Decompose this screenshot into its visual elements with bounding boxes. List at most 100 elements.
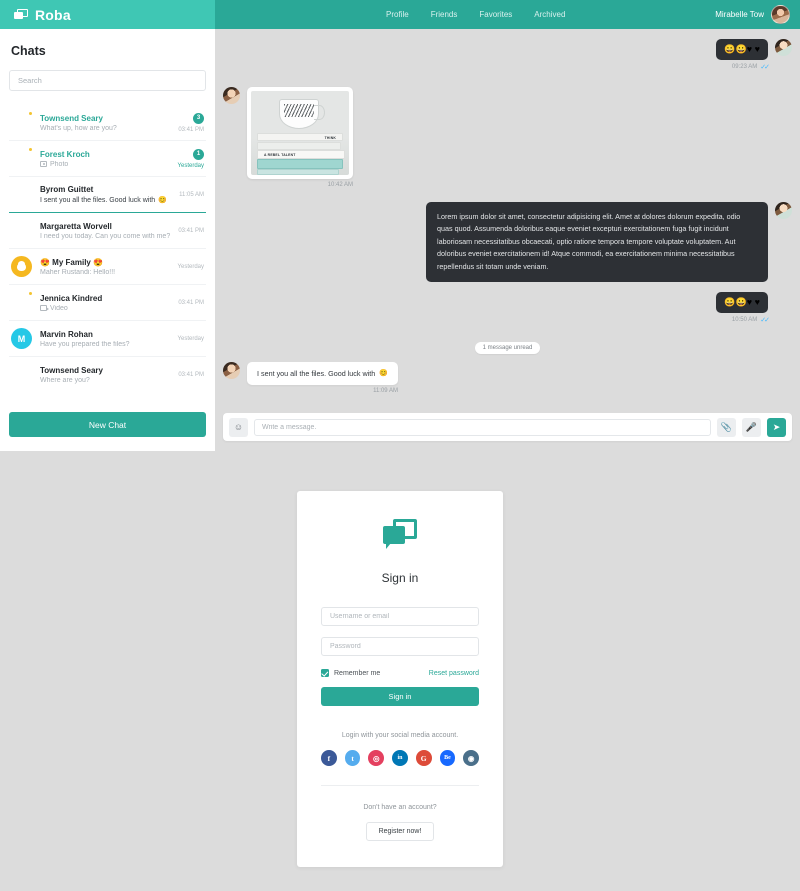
avatar xyxy=(11,220,32,241)
chat-time: 03:41 PM xyxy=(178,227,204,234)
book-label: A REBEL TALENT xyxy=(264,153,296,157)
sticker-bubble[interactable]: 😀😀♥ ♥ xyxy=(716,39,768,60)
avatar xyxy=(223,361,240,379)
list-item[interactable]: Townsend Seary What's up, how are you? 3… xyxy=(9,105,206,141)
chat-name: 😍 My Family 😍 xyxy=(40,257,104,267)
sticker-bubble[interactable]: 😀😀♥ ♥ xyxy=(716,291,768,313)
instagram-icon[interactable]: ◎ xyxy=(368,750,385,766)
avatar xyxy=(11,291,33,313)
list-item[interactable]: Forest Kroch Photo 1 Yesterday xyxy=(9,141,206,177)
social-login-label: Login with your social media account. xyxy=(341,732,459,739)
message-row: Lorem ipsum dolor sit amet, consectetur … xyxy=(223,202,792,282)
nav-bar: Profile Friends Favorites Archived Mirab… xyxy=(215,0,800,29)
status-badge: 1 xyxy=(193,148,204,160)
text-message-bubble: I sent you all the files. Good luck with… xyxy=(247,361,398,385)
avatar xyxy=(11,147,33,169)
remember-me-checkbox[interactable]: Remember me xyxy=(321,669,380,677)
emoji-icon[interactable]: ☺ xyxy=(229,417,248,437)
conversation-pane: 😀😀♥ ♥ 09:23 AM ✓✓ THINK A REBEL TALENT 1… xyxy=(215,29,800,451)
no-account-label: Don't have an account? xyxy=(363,804,437,811)
status-badge: 3 xyxy=(193,112,204,124)
message-row: 😀😀♥ ♥ 09:23 AM ✓✓ xyxy=(223,39,792,71)
reset-password-link[interactable]: Reset password xyxy=(429,670,479,677)
chat-time: 03:41 PM xyxy=(178,299,204,306)
text-message-bubble: Lorem ipsum dolor sit amet, consectetur … xyxy=(426,202,768,282)
message-time: 10:50 AM xyxy=(731,316,758,323)
sidebar: Chats Townsend Seary What's up, how are … xyxy=(0,29,215,451)
avatar xyxy=(223,87,240,104)
linkedin-icon[interactable]: in xyxy=(392,750,408,766)
chat-time: 03:41 PM xyxy=(178,126,204,133)
avatar xyxy=(775,39,792,56)
book-label: THINK xyxy=(324,136,336,140)
chat-app: Roba Profile Friends Favorites Archived … xyxy=(0,0,800,451)
chat-preview: What's up, how are you? xyxy=(40,124,117,132)
chat-name: Margaretta Worvell xyxy=(40,221,112,231)
avatar xyxy=(11,111,33,133)
chat-time: Yesterday xyxy=(177,335,204,342)
register-row: Register now! xyxy=(321,822,479,841)
brand-area[interactable]: Roba xyxy=(0,0,215,29)
logo-area xyxy=(321,519,479,549)
list-item[interactable]: Margaretta Worvell I need you today. Can… xyxy=(9,213,206,249)
nav-item-favorites[interactable]: Favorites xyxy=(479,10,512,19)
list-item[interactable]: Jennica Kindred Video 03:41 PM xyxy=(9,285,206,321)
list-item[interactable]: 😍 My Family 😍 Maher Rustandi: Hello!!! Y… xyxy=(9,249,206,285)
chat-name: Marvin Rohan xyxy=(40,329,93,339)
signin-options-row: Remember me Reset password xyxy=(321,669,479,677)
list-item[interactable]: M Marvin Rohan Have you prepared the fil… xyxy=(9,321,206,357)
paperclip-icon[interactable]: 📎 xyxy=(717,417,736,437)
remember-me-label: Remember me xyxy=(334,669,381,677)
signin-button[interactable]: Sign in xyxy=(321,687,479,706)
checkbox-icon xyxy=(321,669,329,677)
chat-name: Byrom Guittet xyxy=(40,185,94,194)
username-field[interactable] xyxy=(321,607,479,626)
nav-user-name: Mirabelle Tow xyxy=(715,10,764,19)
divider xyxy=(321,785,479,786)
microphone-icon[interactable]: 🎤 xyxy=(742,417,761,437)
top-bar: Roba Profile Friends Favorites Archived … xyxy=(0,0,800,29)
search-input[interactable] xyxy=(9,70,206,91)
twitter-icon[interactable]: t xyxy=(344,750,361,766)
facebook-icon[interactable]: f xyxy=(320,750,337,766)
app-body: Chats Townsend Seary What's up, how are … xyxy=(0,29,800,451)
list-item[interactable]: Townsend Seary Where are you? 03:41 PM xyxy=(9,357,206,392)
chat-preview: Maher Rustandi: Hello!!! xyxy=(40,268,116,276)
chat-time: Yesterday xyxy=(177,162,204,169)
register-button[interactable]: Register now! xyxy=(365,822,435,841)
nav-item-archived[interactable]: Archived xyxy=(534,10,565,19)
video-icon xyxy=(40,305,49,311)
smile-emoji-icon: 😊 xyxy=(379,370,388,378)
message-meta: 09:23 AM ✓✓ xyxy=(716,63,770,71)
google-icon[interactable]: G xyxy=(415,750,432,766)
message-row: THINK A REBEL TALENT 10:42 AM xyxy=(223,87,792,188)
read-receipt-icon: ✓✓ xyxy=(760,316,770,324)
message-row: I sent you all the files. Good luck with… xyxy=(223,361,792,394)
list-item[interactable]: Byrom Guittet I sent you all the files. … xyxy=(9,177,206,213)
message-time: 09:23 AM xyxy=(731,64,758,70)
dribbble-icon[interactable]: ◉ xyxy=(463,750,480,766)
behance-icon[interactable]: Be xyxy=(439,750,456,766)
message-input[interactable] xyxy=(254,418,711,436)
chat-preview: Have you prepared the files? xyxy=(40,340,130,348)
chat-preview: Where are you? xyxy=(40,376,90,384)
message-list: 😀😀♥ ♥ 09:23 AM ✓✓ THINK A REBEL TALENT 1… xyxy=(223,39,792,413)
new-chat-button[interactable]: New Chat xyxy=(9,412,206,437)
chat-preview: I sent you all the files. Good luck with xyxy=(40,196,156,204)
emoji-sticker: 😀😀♥ ♥ xyxy=(724,44,760,54)
chat-name: Jennica Kindred xyxy=(40,293,103,303)
nav-item-friends[interactable]: Friends xyxy=(431,10,458,19)
password-field[interactable] xyxy=(321,637,479,656)
brand-name: Roba xyxy=(35,6,71,23)
send-icon[interactable]: ➤ xyxy=(767,417,786,437)
avatar-initial: M xyxy=(11,328,32,349)
avatar[interactable] xyxy=(771,5,790,24)
photo-message-bubble[interactable]: THINK A REBEL TALENT xyxy=(247,87,353,179)
message-composer: ☺ 📎 🎤 ➤ xyxy=(223,413,792,441)
signin-section: Sign in Remember me Reset password Sign … xyxy=(0,451,800,867)
nav-item-profile[interactable]: Profile xyxy=(386,10,409,19)
chat-preview: I need you today. Can you come with me? xyxy=(40,232,171,240)
chat-time: 03:41 PM xyxy=(178,371,204,378)
nav-user-area[interactable]: Mirabelle Tow xyxy=(715,5,790,24)
read-receipt-icon: ✓✓ xyxy=(760,64,770,71)
